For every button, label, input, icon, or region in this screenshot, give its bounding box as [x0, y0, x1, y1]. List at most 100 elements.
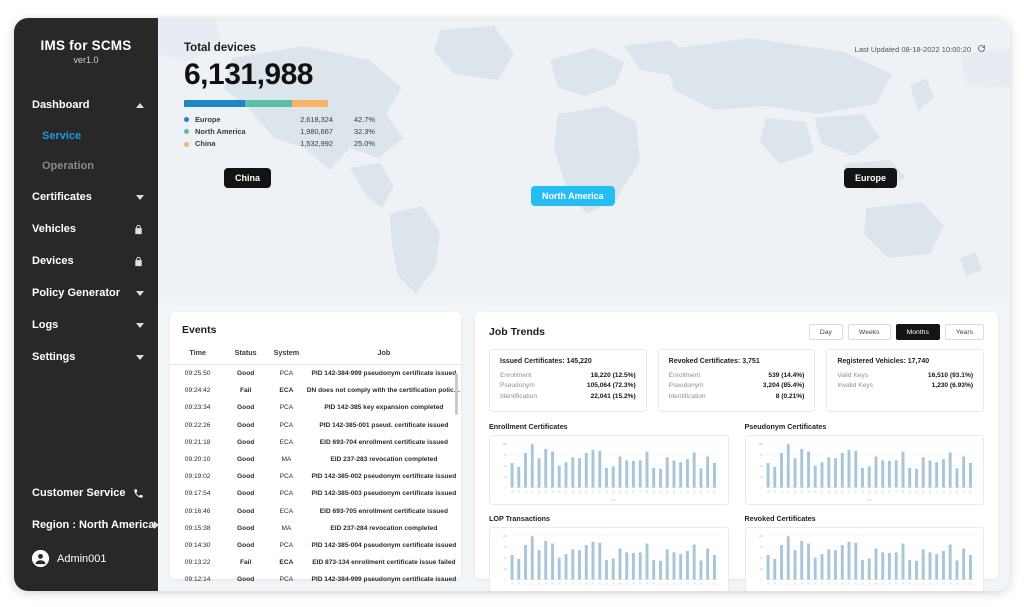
tab-months[interactable]: Months: [896, 324, 940, 340]
svg-text:06: 06: [632, 583, 635, 585]
sidebar: IMS for SCMS ver1.0 Dashboard Service Op…: [14, 18, 158, 591]
dashboard-window: IMS for SCMS ver1.0 Dashboard Service Op…: [14, 18, 1010, 591]
chevron-down-icon: [136, 291, 144, 296]
svg-text:30: 30: [585, 491, 588, 493]
svg-text:23: 23: [538, 491, 541, 493]
table-row[interactable]: 09:21:18GoodECAEID 693-704 enrollment ce…: [170, 434, 461, 451]
region-selector[interactable]: Region : North America: [14, 509, 158, 541]
chart-title: Pseudonym Certificates: [745, 422, 985, 431]
events-table: TimeStatusSystemJob: [170, 342, 461, 365]
distribution-bar: [184, 100, 328, 107]
table-row[interactable]: 09:25:50GoodPCAPID 142-384-999 pseudonym…: [170, 365, 461, 382]
legend-name: Europe: [195, 114, 279, 126]
legend-row: North America1,980,66732.3%: [184, 126, 375, 138]
svg-text:0: 0: [761, 486, 763, 490]
sidebar-item-logs[interactable]: Logs: [14, 309, 158, 341]
legend-name: China: [195, 138, 279, 150]
svg-text:14: 14: [686, 491, 689, 493]
svg-text:13: 13: [935, 583, 938, 585]
svg-text:25: 25: [759, 567, 762, 571]
sidebar-item-label: Logs: [32, 319, 58, 331]
stat-line: Pseudonym3,204 (85.4%): [669, 381, 805, 392]
bar-chart: 0255075100192021222324252627282930310102…: [494, 532, 722, 591]
legend-dot: [184, 142, 189, 147]
distribution-legend: Europe2,618,32442.7%North America1,980,6…: [184, 114, 375, 151]
sidebar-item-certificates[interactable]: Certificates: [14, 181, 158, 213]
user-profile[interactable]: Admin001: [14, 541, 158, 573]
table-row[interactable]: 09:20:10GoodMAEID 237-283 revocation com…: [170, 451, 461, 468]
table-row[interactable]: 09:19:02GoodPCAPID 142-385-002 pseudonym…: [170, 468, 461, 485]
event-job: DN does not comply with the certificatio…: [307, 382, 461, 399]
svg-text:20: 20: [773, 583, 776, 585]
svg-text:26: 26: [814, 583, 817, 585]
stat-line: Identification8 (0.21%): [669, 391, 805, 402]
svg-text:13: 13: [935, 491, 938, 493]
map-pill-europe[interactable]: Europe: [844, 168, 897, 188]
table-row[interactable]: 09:23:34GoodPCAPID 142-385 key expansion…: [170, 399, 461, 416]
stat-value: 539 (14.4%): [768, 372, 804, 379]
event-time: 09:13:22: [170, 554, 225, 571]
svg-text:08: 08: [901, 491, 904, 493]
map-pill-label: North America: [542, 191, 604, 201]
event-system: ECA: [266, 503, 307, 520]
event-status: Good: [225, 571, 266, 588]
chevron-down-icon: [136, 195, 144, 200]
svg-text:09: 09: [652, 491, 655, 493]
event-job: EID 873-134 enrollment certificate issue…: [307, 554, 461, 571]
sidebar-item-settings[interactable]: Settings: [14, 341, 158, 373]
map-pill-north-america[interactable]: North America: [531, 186, 615, 206]
svg-text:29: 29: [578, 583, 581, 585]
sidebar-item-dashboard[interactable]: Dashboard: [14, 89, 158, 121]
sidebar-item-operation[interactable]: Operation: [14, 151, 158, 181]
job-stats-row: Issued Certificates: 145,220Enrollment18…: [489, 349, 984, 412]
user-name: Admin001: [57, 553, 107, 565]
bar-chart: 0255075100192021222324252627282930310102…: [750, 532, 978, 591]
events-table-body-wrap: 09:25:50GoodPCAPID 142-384-999 pseudonym…: [170, 365, 461, 591]
stat-label: Pseudonym: [669, 382, 704, 389]
event-time: 09:17:54: [170, 485, 225, 502]
sidebar-item-vehicles[interactable]: Vehicles: [14, 213, 158, 245]
svg-text:19: 19: [766, 583, 769, 585]
table-row[interactable]: 09:24:42FailECADN does not comply with t…: [170, 382, 461, 399]
events-panel: Events TimeStatusSystemJob 09:25:50GoodP…: [170, 312, 461, 579]
job-trends-title: Job Trends: [489, 326, 545, 338]
map-pill-china[interactable]: China: [224, 168, 271, 188]
event-system: PCA: [266, 571, 307, 588]
table-row[interactable]: 09:16:46GoodECAEID 693-705 enrollment ce…: [170, 503, 461, 520]
table-row[interactable]: 09:12:14GoodPCAPID 142-384-999 pseudonym…: [170, 571, 461, 588]
sidebar-item-devices[interactable]: Devices: [14, 245, 158, 277]
table-row[interactable]: 09:15:38GoodMAEID 237-284 revocation com…: [170, 520, 461, 537]
tab-day[interactable]: Day: [809, 324, 843, 340]
brand-version: ver1.0: [14, 55, 158, 65]
table-row[interactable]: 09:22:26GoodPCAPID 142-385-001 pseud. ce…: [170, 417, 461, 434]
tab-years[interactable]: Years: [945, 324, 984, 340]
sidebar-item-label: Certificates: [32, 191, 92, 203]
svg-text:25: 25: [504, 567, 507, 571]
sidebar-item-policy-generator[interactable]: Policy Generator: [14, 277, 158, 309]
sidebar-item-service[interactable]: Service: [14, 121, 158, 151]
job-trends-header: Job Trends Day Weeks Months Years: [489, 324, 984, 340]
events-table-header: TimeStatusSystemJob: [170, 342, 461, 365]
refresh-icon[interactable]: [977, 44, 986, 55]
svg-text:20: 20: [773, 491, 776, 493]
svg-text:29: 29: [834, 491, 837, 493]
table-row[interactable]: 09:11:06FailECADN does not comply with t…: [170, 588, 461, 591]
table-row[interactable]: 09:14:30GoodPCAPID 142-385-004 pseudonym…: [170, 537, 461, 554]
table-row[interactable]: 09:17:54GoodPCAPID 142-385-003 pseudonym…: [170, 485, 461, 502]
svg-text:22: 22: [531, 583, 534, 585]
svg-text:08: 08: [901, 583, 904, 585]
svg-text:14: 14: [686, 583, 689, 585]
svg-text:28: 28: [572, 583, 575, 585]
sidebar-item-label: Service: [42, 130, 81, 142]
table-row[interactable]: 09:13:22FailECAEID 873-134 enrollment ce…: [170, 554, 461, 571]
events-scroll-area[interactable]: 09:25:50GoodPCAPID 142-384-999 pseudonym…: [170, 365, 461, 591]
svg-text:Aug: Aug: [866, 497, 871, 501]
svg-text:06: 06: [632, 491, 635, 493]
events-scrollbar[interactable]: [455, 373, 458, 415]
customer-service-button[interactable]: Customer Service: [14, 477, 158, 509]
svg-text:14: 14: [942, 583, 945, 585]
event-system: PCA: [266, 468, 307, 485]
tab-weeks[interactable]: Weeks: [848, 324, 891, 340]
svg-text:25: 25: [807, 583, 810, 585]
svg-text:12: 12: [928, 491, 931, 493]
